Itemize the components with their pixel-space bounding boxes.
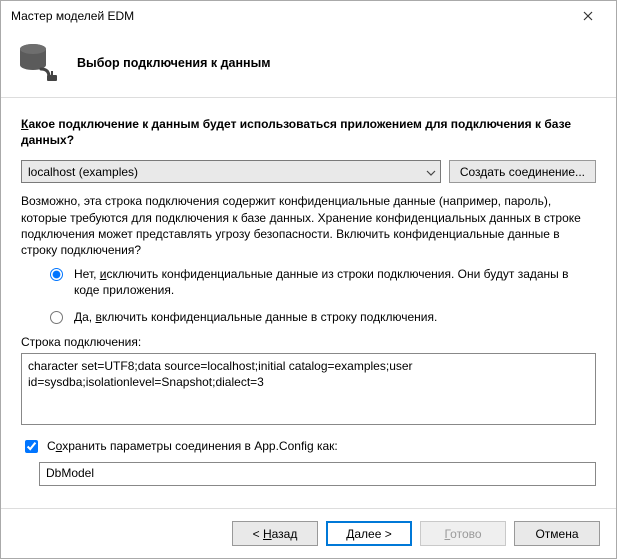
- connection-string-value: character set=UTF8;data source=localhost…: [28, 358, 589, 425]
- banner-heading: Выбор подключения к данным: [77, 52, 271, 70]
- finish-button: Готово: [420, 521, 506, 546]
- chevron-down-icon: [426, 165, 436, 179]
- security-info-text: Возможно, эта строка подключения содержи…: [21, 193, 596, 258]
- save-settings-row: Сохранить параметры соединения в App.Con…: [21, 437, 596, 456]
- wizard-footer: < Назад Далее > Готово Отмена: [1, 508, 616, 558]
- radio-include[interactable]: Да, включить конфиденциальные данные в с…: [45, 309, 596, 325]
- save-settings-checkbox[interactable]: [25, 440, 38, 453]
- connection-selected: localhost (examples): [28, 165, 138, 179]
- window-title: Мастер моделей EDM: [11, 9, 568, 23]
- radio-exclude-input[interactable]: [50, 268, 63, 281]
- connection-dropdown[interactable]: localhost (examples): [21, 160, 441, 183]
- question-label: Какое подключение к данным будет использ…: [21, 116, 596, 148]
- sensitive-data-radios: Нет, исключить конфиденциальные данные и…: [45, 266, 596, 325]
- radio-exclude-label: Нет, исключить конфиденциальные данные и…: [74, 266, 596, 298]
- cancel-label: Отмена: [535, 527, 578, 541]
- connection-string-label: Строка подключения:: [21, 335, 596, 349]
- settings-name-value: DbModel: [46, 466, 94, 480]
- settings-name-input[interactable]: DbModel: [39, 462, 596, 486]
- new-connection-label: Создать соединение...: [460, 165, 585, 179]
- wizard-banner: Выбор подключения к данным: [1, 31, 616, 98]
- titlebar: Мастер моделей EDM: [1, 1, 616, 31]
- wizard-content: Какое подключение к данным будет использ…: [1, 98, 616, 508]
- radio-include-label: Да, включить конфиденциальные данные в с…: [74, 309, 437, 325]
- new-connection-button[interactable]: Создать соединение...: [449, 160, 596, 183]
- connection-row: localhost (examples) Создать соединение.…: [21, 160, 596, 183]
- question-text: акое подключение к данным будет использо…: [21, 117, 571, 147]
- connection-string-box[interactable]: character set=UTF8;data source=localhost…: [21, 353, 596, 425]
- next-button[interactable]: Далее >: [326, 521, 412, 546]
- radio-exclude[interactable]: Нет, исключить конфиденциальные данные и…: [45, 266, 596, 298]
- close-button[interactable]: [568, 2, 608, 30]
- database-icon: [17, 39, 61, 83]
- save-settings-label: Сохранить параметры соединения в App.Con…: [47, 439, 338, 453]
- radio-include-input[interactable]: [50, 311, 63, 324]
- cancel-button[interactable]: Отмена: [514, 521, 600, 546]
- close-icon: [583, 11, 593, 21]
- back-button[interactable]: < Назад: [232, 521, 318, 546]
